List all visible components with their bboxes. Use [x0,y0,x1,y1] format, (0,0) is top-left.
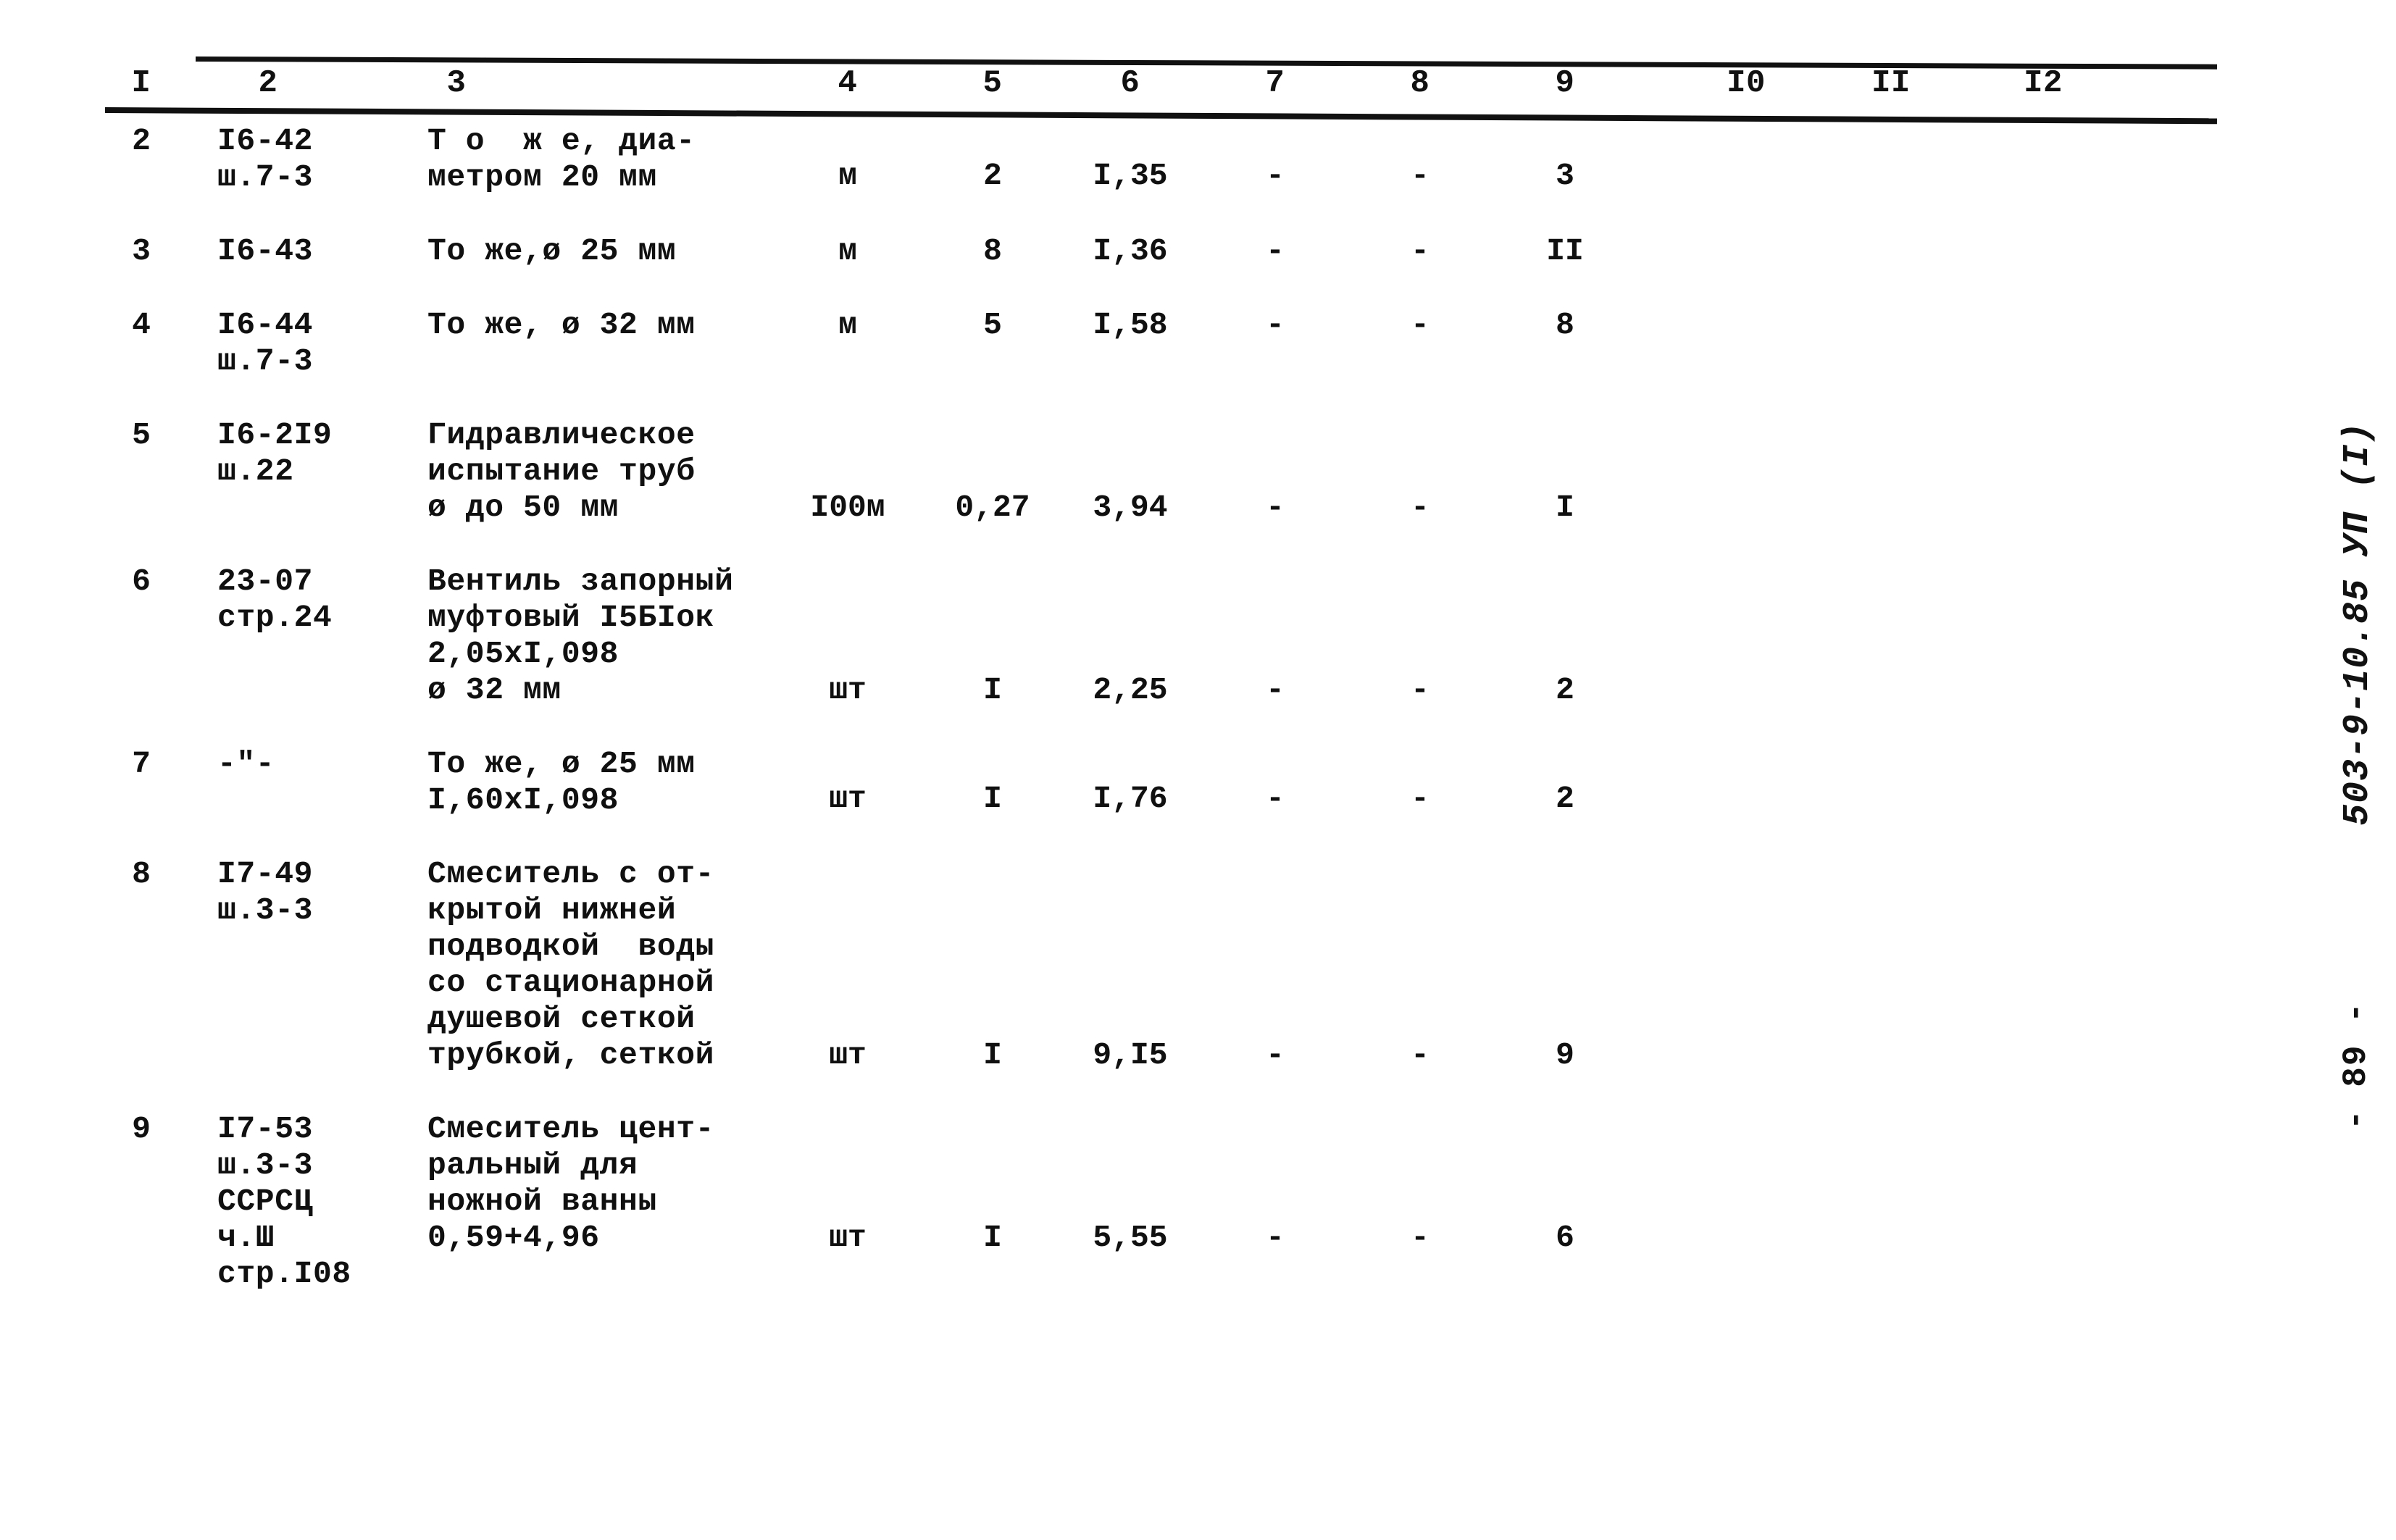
cell-r1-c9: 3 [1556,158,1574,193]
cell-r3-c2: I6-44 ш.7-3 [217,307,314,379]
cell-r7-c6: 9,I5 [1093,1037,1168,1073]
header-rule-bottom [104,107,2217,125]
column-header-8: 8 [1410,65,1430,101]
cell-r2-c5: 8 [983,233,1002,269]
cell-r1-c4: м [838,158,857,193]
cell-r7-c7: - [1266,1037,1285,1073]
cell-r1-c1: 2 [132,123,151,159]
cell-r7-c2: I7-49 ш.3-3 [217,856,314,928]
cell-r6-c4: шт [829,781,867,816]
cell-r4-c5: 0,27 [955,490,1030,525]
cell-r2-c2: I6-43 [217,233,314,269]
cell-r1-c2: I6-42 ш.7-3 [217,123,314,195]
cell-r5-c7: - [1266,672,1285,708]
cell-r7-c9: 9 [1556,1037,1574,1073]
cell-r5-c6: 2,25 [1093,672,1168,708]
cell-r2-c8: - [1411,233,1429,269]
cell-r4-c4: I00м [810,490,885,525]
column-header-2: 2 [258,65,278,101]
table-column-header: I 2 3 4 5 6 7 8 9 I0 II I2 [0,62,2217,106]
page-number: - 89 - [2337,1001,2375,1130]
cell-r5-c3: Вентиль запорный муфтовый I5БIок 2,05хI,… [427,564,734,708]
cell-r8-c2: I7-53 ш.3-3 ССРСЦ ч.Ш стр.I08 [217,1111,351,1292]
cell-r3-c4: м [838,307,857,343]
column-header-11: II [1871,65,1911,101]
cell-r6-c8: - [1411,781,1429,816]
column-header-10: I0 [1727,65,1766,101]
cell-r4-c2: I6-2I9 ш.22 [217,417,333,489]
cell-r2-c4: м [838,233,857,269]
cell-r3-c8: - [1411,307,1429,343]
cell-r8-c4: шт [829,1220,867,1255]
column-header-3: 3 [446,65,467,101]
cell-r2-c3: То же,ø 25 мм [427,233,677,269]
cell-r7-c1: 8 [132,856,151,892]
cell-r4-c3: Гидравлическое испытание труб ø до 50 мм [427,417,696,525]
table-body: 2 I6-42 ш.7-3 Т о ж е, диа- метром 20 мм м 2… [0,123,2217,1330]
cell-r5-c5: I [983,672,1002,708]
cell-r4-c1: 5 [132,417,151,453]
document-code: 503-9-10.85 УП (I) [2337,421,2379,826]
cell-r2-c9: II [1546,233,1584,269]
cell-r6-c3: То же, ø 25 мм I,60хI,098 [427,746,696,818]
table-row: 6 23-07 стр.24 Вентиль запорный муфтовый I… [0,564,2217,746]
cell-r1-c3: Т о ж е, диа- метром 20 мм [427,123,696,195]
cell-r4-c7: - [1266,490,1285,525]
cell-r5-c4: шт [829,672,867,708]
right-margin: 503-9-10.85 УП (I) - 89 - [2268,0,2384,1540]
cell-r8-c1: 9 [132,1111,151,1147]
table-row: 8 I7-49 ш.3-3 Смеситель с от- крытой нижне… [0,856,2217,1111]
table-row: 2 I6-42 ш.7-3 Т о ж е, диа- метром 20 мм м 2… [0,123,2217,233]
cell-r8-c8: - [1411,1220,1429,1255]
table-row: 4 I6-44 ш.7-3 То же, ø 32 мм м 5 I,58 - - 8 [0,307,2217,417]
cell-r6-c1: 7 [132,746,151,782]
cell-r6-c2: -"- [217,746,275,782]
cell-r3-c3: То же, ø 32 мм [427,307,696,343]
cell-r7-c8: - [1411,1037,1429,1073]
cell-r7-c4: шт [829,1037,867,1073]
cell-r1-c6: I,35 [1093,158,1168,193]
cell-r3-c7: - [1266,307,1285,343]
column-header-1: I [131,65,151,101]
column-header-9: 9 [1555,65,1575,101]
column-header-7: 7 [1265,65,1285,101]
cell-r8-c5: I [983,1220,1002,1255]
cell-r8-c6: 5,55 [1093,1220,1168,1255]
cell-r1-c5: 2 [983,158,1002,193]
cell-r1-c7: - [1266,158,1285,193]
cell-r2-c1: 3 [132,233,151,269]
table-row: 7 -"- То же, ø 25 мм I,60хI,098 шт I I,76 - - 2 [0,746,2217,856]
cell-r5-c1: 6 [132,564,151,599]
cell-r8-c7: - [1266,1220,1285,1255]
cell-r8-c3: Смеситель цент- ральный для ножной ванны… [427,1111,715,1255]
cell-r2-c7: - [1266,233,1285,269]
column-header-4: 4 [838,65,858,101]
table-row: 3 I6-43 То же,ø 25 мм м 8 I,36 - - II [0,233,2217,307]
scanned-document-page: I 2 3 4 5 6 7 8 9 I0 II I2 2 I6-42 ш.7-3 Т о ж е, диа… [0,0,2396,1540]
column-header-6: 6 [1120,65,1140,101]
cell-r5-c2: 23-07 стр.24 [217,564,333,635]
cell-r1-c8: - [1411,158,1429,193]
table-row: 9 I7-53 ш.3-3 ССРСЦ ч.Ш стр.I08 Смеситель … [0,1111,2217,1330]
cell-r6-c5: I [983,781,1002,816]
cell-r4-c6: 3,94 [1093,490,1168,525]
cell-r2-c6: I,36 [1093,233,1168,269]
cell-r3-c6: I,58 [1093,307,1168,343]
cell-r4-c9: I [1556,490,1574,525]
cell-r6-c7: - [1266,781,1285,816]
cell-r4-c8: - [1411,490,1429,525]
cell-r3-c1: 4 [132,307,151,343]
cell-r7-c5: I [983,1037,1002,1073]
cell-r6-c9: 2 [1556,781,1574,816]
table-row: 5 I6-2I9 ш.22 Гидравлическое испытание тру… [0,417,2217,564]
cell-r7-c3: Смеситель с от- крытой нижней подводкой … [427,856,715,1073]
cell-r6-c6: I,76 [1093,781,1168,816]
cell-r5-c9: 2 [1556,672,1574,708]
column-header-5: 5 [982,65,1003,101]
cell-r3-c9: 8 [1556,307,1574,343]
cell-r5-c8: - [1411,672,1429,708]
cell-r3-c5: 5 [983,307,1002,343]
cell-r8-c9: 6 [1556,1220,1574,1255]
